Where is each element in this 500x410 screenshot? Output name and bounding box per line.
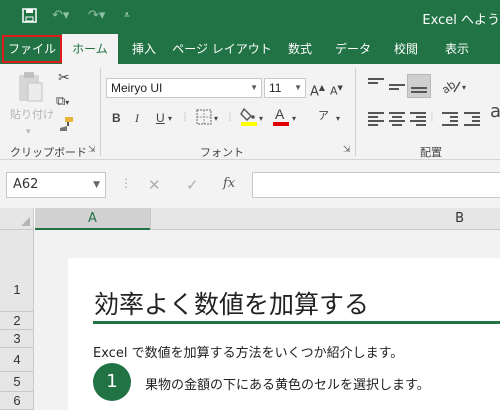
step-number-badge: 1 [93,363,131,401]
paste-label: 貼り付け [10,108,54,121]
row-header-4[interactable]: 4 [0,348,34,372]
align-bottom-button[interactable] [407,74,431,98]
svg-text:A: A [275,106,285,122]
column-divider [150,208,151,230]
shrink-font-button[interactable]: A▼ [330,80,343,100]
name-box-value: A62 [13,177,39,192]
formula-bar: A62 ▼ ⋮ ✕ ✓ fx [0,160,500,208]
row-headers: 1 2 3 4 5 6 [0,230,34,410]
align-bottom-icon [411,83,427,97]
column-header-a[interactable]: A [35,208,150,230]
select-all-corner[interactable] [0,208,34,230]
tab-home[interactable]: ホーム [62,34,118,64]
wrap-text-icon[interactable]: ab [490,103,500,121]
tab-page-layout[interactable]: ページ レイアウト [170,34,274,64]
align-right-icon[interactable] [410,112,426,126]
save-icon[interactable] [22,8,37,28]
paste-button[interactable] [14,70,46,108]
separator-dots: ⁞ [228,110,232,124]
customize-qat-icon[interactable]: ⩡ [124,8,130,24]
row-header-1[interactable]: 1 [0,230,34,312]
borders-icon[interactable] [196,109,212,129]
fill-color-icon[interactable] [240,106,258,130]
svg-text:ab: ab [440,78,458,96]
fill-color-dropdown-icon[interactable]: ▾ [259,111,263,127]
align-top-icon[interactable] [368,78,384,92]
row-header-2[interactable]: 2 [0,312,34,330]
underline-dropdown-icon[interactable]: ▾ [168,111,172,127]
title-bar: ↶▾ ↷▾ ⩡ Excel へよう [0,0,500,34]
orientation-dropdown-icon[interactable]: ▾ [462,80,466,96]
chevron-down-icon: ▼ [250,83,258,92]
font-name-value: Meiryo UI [111,81,163,95]
alignment-group-label: 配置 [420,146,442,159]
row-header-5[interactable]: 5 [0,372,34,392]
formula-input[interactable] [252,172,500,198]
grow-font-button[interactable]: A▲ [310,80,325,100]
phonetic-icon[interactable]: ア [318,108,329,124]
chevron-down-icon: ▼ [93,180,100,190]
chevron-down-icon: ▼ [294,83,302,92]
column-header-b[interactable]: B [151,208,500,230]
clipboard-group-label: クリップボード [10,146,87,159]
shrink-font-label: A [330,84,338,98]
grow-font-label: A [310,84,319,100]
align-left-icon[interactable] [368,112,384,126]
row-header-6[interactable]: 6 [0,392,34,410]
heading-underline [93,321,500,324]
bold-button[interactable]: B [112,110,121,126]
row-header-3[interactable]: 3 [0,330,34,348]
separator-dots: ⁞ [183,110,187,124]
tab-data[interactable]: データ [326,34,380,64]
font-group-label: フォント [200,146,244,159]
paste-dropdown-icon[interactable]: ▾ [26,124,31,140]
undo-icon[interactable]: ↶▾ [52,8,69,24]
underline-button[interactable]: U [156,110,165,126]
name-box[interactable]: A62 ▼ [6,172,106,198]
insert-function-button[interactable]: fx [223,176,235,191]
group-divider [100,68,101,156]
select-all-triangle-icon [21,217,30,226]
clipboard-launcher-icon[interactable]: ⇲ [88,145,96,155]
font-size-value: 11 [269,81,282,95]
font-launcher-icon[interactable]: ⇲ [343,145,351,155]
ribbon: 貼り付け ▾ ✂ ⧉▾ クリップボード ⇲ Meiryo UI ▼ 11 ▼ A… [0,64,500,160]
cancel-entry-button[interactable]: ✕ [148,176,161,194]
tab-file[interactable]: ファイル [1,34,63,64]
format-painter-icon[interactable] [58,116,74,136]
borders-dropdown-icon[interactable]: ▾ [214,111,218,127]
font-name-combo[interactable]: Meiryo UI ▼ [106,78,262,98]
orientation-icon[interactable]: ab [439,76,462,100]
phonetic-dropdown-icon[interactable]: ▾ [336,111,340,127]
enter-entry-button[interactable]: ✓ [186,176,199,194]
redo-icon[interactable]: ↷▾ [88,8,105,24]
align-middle-icon[interactable] [389,80,405,94]
font-size-combo[interactable]: 11 ▼ [264,78,306,98]
window-title: Excel へよう [422,13,500,28]
step-text: 果物の金額の下にある黄色のセルを選択します。 [145,378,430,393]
group-divider [355,68,356,156]
formula-bar-grip-icon: ⋮ [120,176,132,190]
sheet-heading: 効率よく数値を加算する [94,290,370,319]
tab-review[interactable]: 校閲 [384,34,428,64]
ribbon-tab-bar: ファイル ホーム 挿入 ページ レイアウト 数式 データ 校閲 表示 [0,34,500,64]
tab-view[interactable]: 表示 [432,34,482,64]
align-center-icon[interactable] [389,112,405,126]
tab-insert[interactable]: 挿入 [120,34,168,64]
cut-icon[interactable]: ✂ [58,70,70,86]
copy-icon[interactable]: ⧉▾ [56,94,69,111]
font-color-dropdown-icon[interactable]: ▾ [292,111,296,127]
font-color-icon[interactable]: A [272,106,290,130]
tab-formulas[interactable]: 数式 [278,34,322,64]
separator-dots: ⁞ [430,110,434,124]
decrease-indent-icon[interactable] [442,112,458,126]
intro-text: Excel で数値を加算する方法をいくつか紹介します。 [93,346,404,361]
increase-indent-icon[interactable] [464,112,480,126]
italic-button[interactable]: I [135,110,139,126]
